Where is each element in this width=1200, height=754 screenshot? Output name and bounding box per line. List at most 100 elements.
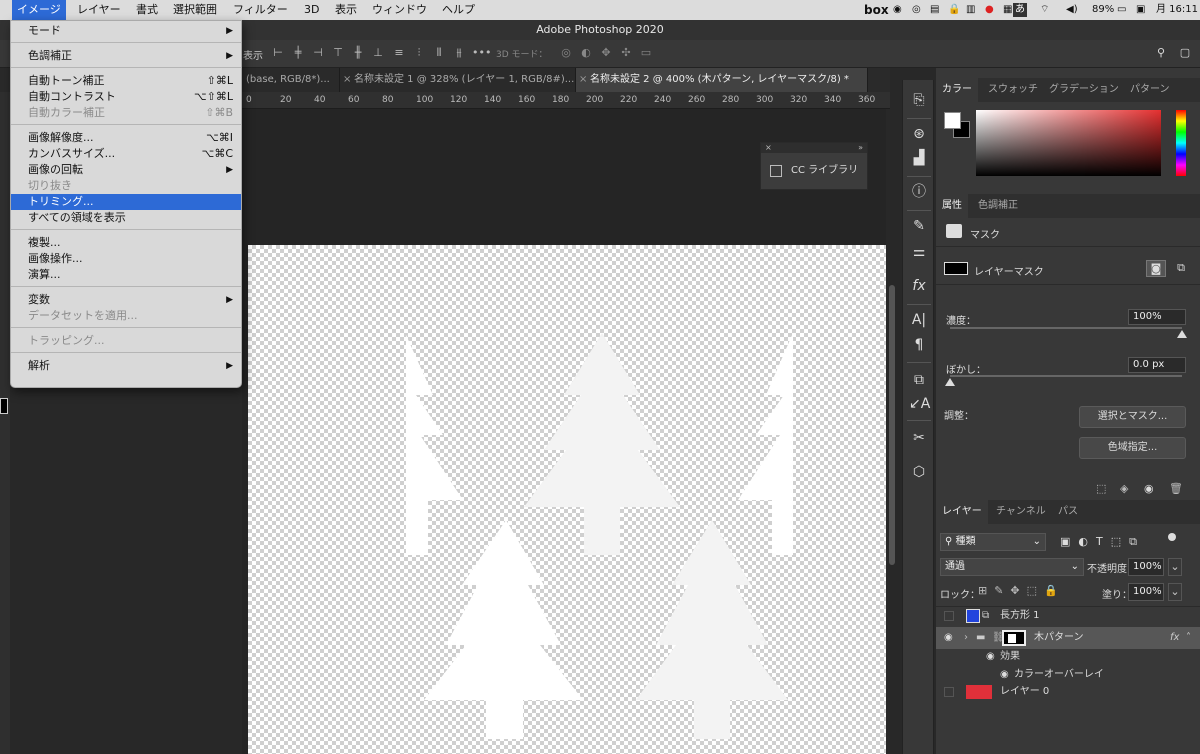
visibility-eye-icon[interactable]: ◉ (1144, 482, 1154, 495)
align-right-icon[interactable]: ⊣ (311, 46, 325, 60)
close-icon[interactable]: × (579, 68, 587, 92)
menu-item[interactable]: 自動コントラスト ⌥⇧⌘L (11, 89, 241, 105)
paragraph-icon[interactable]: ¶ (909, 335, 929, 355)
menu-item[interactable]: モード ▶ (11, 23, 241, 39)
align-vcenter-icon[interactable]: ╫ (351, 46, 365, 60)
tab-channels[interactable]: チャンネル (990, 500, 1052, 524)
apply-mask-icon[interactable]: ◈ (1120, 482, 1128, 495)
menu-item[interactable]: 画像の回転 ▶ (11, 162, 241, 178)
distribute-bottom-icon[interactable]: ⫶ (412, 46, 426, 60)
chevron-down-icon[interactable]: ⌄ (1168, 583, 1182, 601)
brush-icon[interactable]: ✎ (909, 216, 929, 236)
menu-view[interactable]: 表示 (330, 0, 362, 20)
density-slider-thumb[interactable] (1177, 330, 1187, 338)
select-pixel-mask-icon[interactable]: ◙ (1146, 260, 1166, 277)
navigator-icon[interactable]: ⊛ (909, 124, 929, 144)
vector-mask-icon[interactable]: ⧉ (1172, 260, 1190, 277)
visibility-toggle[interactable] (944, 611, 954, 621)
clipboard-icon[interactable]: ▤ (930, 0, 939, 20)
opacity-field[interactable]: 100% (1128, 558, 1164, 576)
brush-settings-icon[interactable]: ⚌ (909, 242, 929, 262)
menu-select[interactable]: 選択範囲 (168, 0, 222, 20)
cc-library-panel[interactable]: ×» CC ライブラリ (760, 142, 868, 190)
hue-slider[interactable] (1176, 110, 1186, 176)
box-icon[interactable]: box (864, 0, 889, 20)
align-hcenter-icon[interactable]: ╪ (291, 46, 305, 60)
menu-item[interactable]: トリミング... (11, 194, 241, 210)
3d-icon[interactable]: ⬡ (909, 462, 929, 482)
sync-icon[interactable]: ◉ (893, 0, 902, 20)
menu-item[interactable]: 画像解像度... ⌥⌘I (11, 130, 241, 146)
tab-doc-2[interactable]: × 名称未設定 2 @ 400% (木パターン, レイヤーマスク/8) * (576, 68, 868, 92)
tab-swatches[interactable]: スウォッチ (982, 78, 1044, 102)
menu-3d[interactable]: 3D (299, 0, 324, 20)
menu-image[interactable]: イメージ (12, 0, 66, 20)
layer-filter-select[interactable]: ⚲ 種類 ⌄ (940, 533, 1046, 551)
layer-row-layer0[interactable]: レイヤー 0 (936, 681, 1200, 703)
chevron-down-icon[interactable]: ⌄ (1168, 558, 1182, 576)
feather-slider-thumb[interactable] (945, 378, 955, 386)
menu-layer[interactable]: レイヤー (72, 0, 126, 20)
distribute-vcenter-icon[interactable]: ≡ (392, 46, 406, 60)
chevron-up-icon[interactable]: ˄ (1186, 627, 1191, 649)
density-field[interactable]: 100% (1128, 309, 1186, 325)
feather-field[interactable]: 0.0 px (1128, 357, 1186, 373)
tab-paths[interactable]: パス (1052, 500, 1084, 524)
align-left-icon[interactable]: ⊢ (271, 46, 285, 60)
more-options-icon[interactable]: ••• (472, 46, 491, 60)
app-menu-stub[interactable] (0, 0, 10, 20)
document-canvas[interactable] (248, 245, 886, 754)
foreground-swatch[interactable] (944, 112, 961, 129)
notes-icon[interactable]: ▥ (966, 0, 975, 20)
styles-icon[interactable]: fx (909, 276, 929, 296)
tab-patterns[interactable]: パターン (1124, 78, 1176, 102)
layer-filter-icons[interactable]: ▣◐T⬚⧉ (1060, 535, 1145, 549)
density-slider[interactable] (950, 327, 1182, 329)
chevron-right-icon[interactable]: › (964, 627, 968, 649)
tab-gradients[interactable]: グラデーション (1043, 78, 1125, 102)
foreground-color-swatch[interactable] (0, 398, 8, 414)
tab-adjustments[interactable]: 色調補正 (972, 194, 1024, 218)
vertical-scrollbar[interactable] (889, 285, 895, 565)
clock[interactable]: 月 16:11 (1156, 0, 1198, 20)
menu-item[interactable]: 画像操作... (11, 251, 241, 267)
menu-item[interactable]: 演算... (11, 267, 241, 283)
menu-filter[interactable]: フィルター (228, 0, 293, 20)
3d-rotate-icon[interactable]: ◎ (559, 46, 573, 60)
eye-icon[interactable]: ◉ (986, 647, 995, 667)
tab-doc-base[interactable]: (base, RGB/8*)... (242, 68, 340, 92)
select-and-mask-button[interactable]: 選択とマスク... (1079, 406, 1186, 428)
tab-color[interactable]: カラー (936, 78, 978, 102)
color-range-button[interactable]: 色域指定... (1079, 437, 1186, 459)
tool-presets-icon[interactable]: ✂ (909, 428, 929, 448)
cc-library-header[interactable]: ×» (761, 143, 867, 153)
trash-icon[interactable]: 🗑 (1169, 482, 1183, 495)
menu-item[interactable]: カンバスサイズ... ⌥⌘C (11, 146, 241, 162)
distribute-right-icon[interactable]: ⫵ (452, 46, 466, 60)
menu-item[interactable]: 変数 ▶ (11, 292, 241, 308)
layer-mask-thumb[interactable] (1002, 630, 1026, 646)
lock-icon[interactable]: 🔒 (948, 0, 960, 20)
layer-row-tree-pattern[interactable]: ◉ › ▬ ⛓ 木パターン fx ˄ (936, 627, 1200, 649)
clone-source-icon[interactable]: ⧉ (909, 370, 929, 390)
lock-icons[interactable]: ⊞✎✥⬚🔒 (978, 584, 1065, 597)
wifi-icon[interactable]: ⌔ (1040, 0, 1049, 20)
3d-pan-icon[interactable]: ✥ (599, 46, 613, 60)
visibility-toggle[interactable] (944, 687, 954, 697)
fill-field[interactable]: 100% (1128, 583, 1164, 601)
effects-row[interactable]: ◉ 効果 (936, 647, 1200, 667)
tab-properties[interactable]: 属性 (936, 194, 968, 218)
cc-library-body[interactable]: CC ライブラリ (761, 153, 867, 189)
menu-item[interactable]: 複製... (11, 235, 241, 251)
history-icon[interactable]: ⎘ (909, 90, 929, 110)
doc-icon[interactable]: ▦ (1003, 0, 1012, 20)
battery-icon[interactable]: ▭ (1117, 0, 1126, 20)
menu-item[interactable]: 色調補正 ▶ (11, 48, 241, 64)
close-icon[interactable]: × (343, 68, 351, 92)
cast-icon[interactable]: ◎ (912, 0, 921, 20)
search-icon[interactable]: ⚲ (1154, 46, 1168, 60)
feather-slider[interactable] (950, 375, 1182, 377)
3d-scale-icon[interactable]: ▭ (639, 46, 653, 60)
load-selection-icon[interactable]: ⬚ (1096, 482, 1106, 495)
fx-icon[interactable]: fx (1170, 627, 1179, 649)
